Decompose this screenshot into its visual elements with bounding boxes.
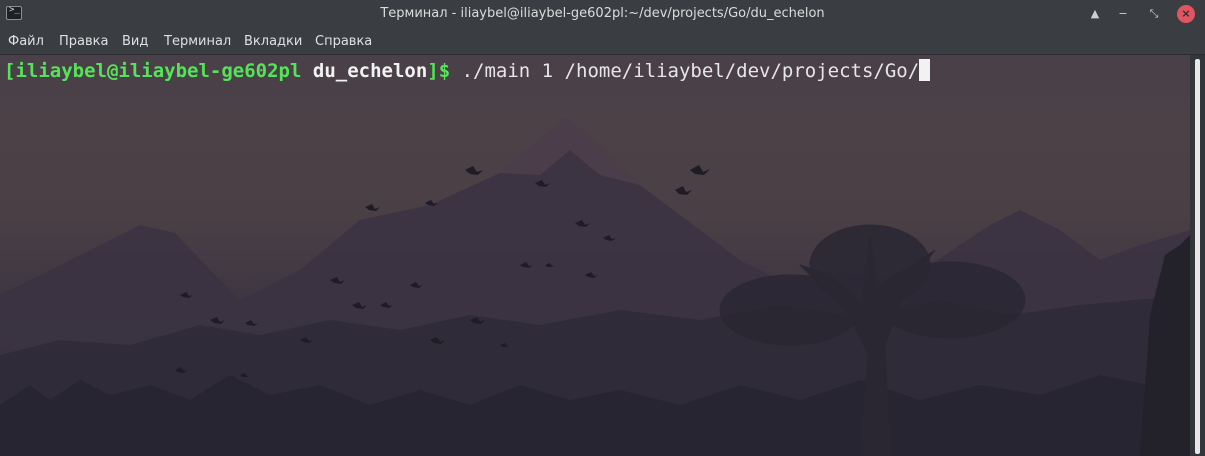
keep-above-icon[interactable]: ▲ <box>1086 5 1104 23</box>
minimize-icon[interactable]: − <box>1114 5 1132 23</box>
prompt-symbol: ]$ <box>427 60 451 82</box>
text-cursor <box>919 59 931 81</box>
terminal-command-line[interactable]: [iliaybel@iliaybel-ge602pl du_echelon]$ … <box>4 59 931 83</box>
prompt-user-host: [iliaybel@iliaybel-ge602pl <box>4 60 302 82</box>
vertical-scrollbar[interactable] <box>1190 55 1205 456</box>
title-bar[interactable]: >_ Терминал - iliaybel@iliaybel-ge602pl:… <box>0 0 1205 28</box>
menu-tabs[interactable]: Вкладки <box>244 34 302 49</box>
menu-bar: Файл Правка Вид Терминал Вкладки Справка <box>0 28 1205 55</box>
window-title: Терминал - iliaybel@iliaybel-ge602pl:~/d… <box>380 6 825 21</box>
menu-help[interactable]: Справка <box>315 34 372 49</box>
menu-file[interactable]: Файл <box>8 34 44 49</box>
menu-edit[interactable]: Правка <box>59 34 108 49</box>
menu-terminal[interactable]: Терминал <box>164 34 231 49</box>
maximize-icon[interactable]: ⤡ <box>1145 5 1163 23</box>
terminal-window: >_ Терминал - iliaybel@iliaybel-ge602pl:… <box>0 0 1205 456</box>
prompt-directory: du_echelon <box>312 60 428 82</box>
menu-view[interactable]: Вид <box>122 34 148 49</box>
command-text: ./main 1 /home/iliaybel/dev/projects/Go/ <box>461 60 920 82</box>
background-wallpaper <box>0 118 1190 456</box>
close-icon[interactable]: × <box>1177 5 1195 23</box>
scrollbar-thumb[interactable] <box>1195 59 1200 454</box>
terminal-output-area[interactable]: [iliaybel@iliaybel-ge602pl du_echelon]$ … <box>0 55 1190 456</box>
